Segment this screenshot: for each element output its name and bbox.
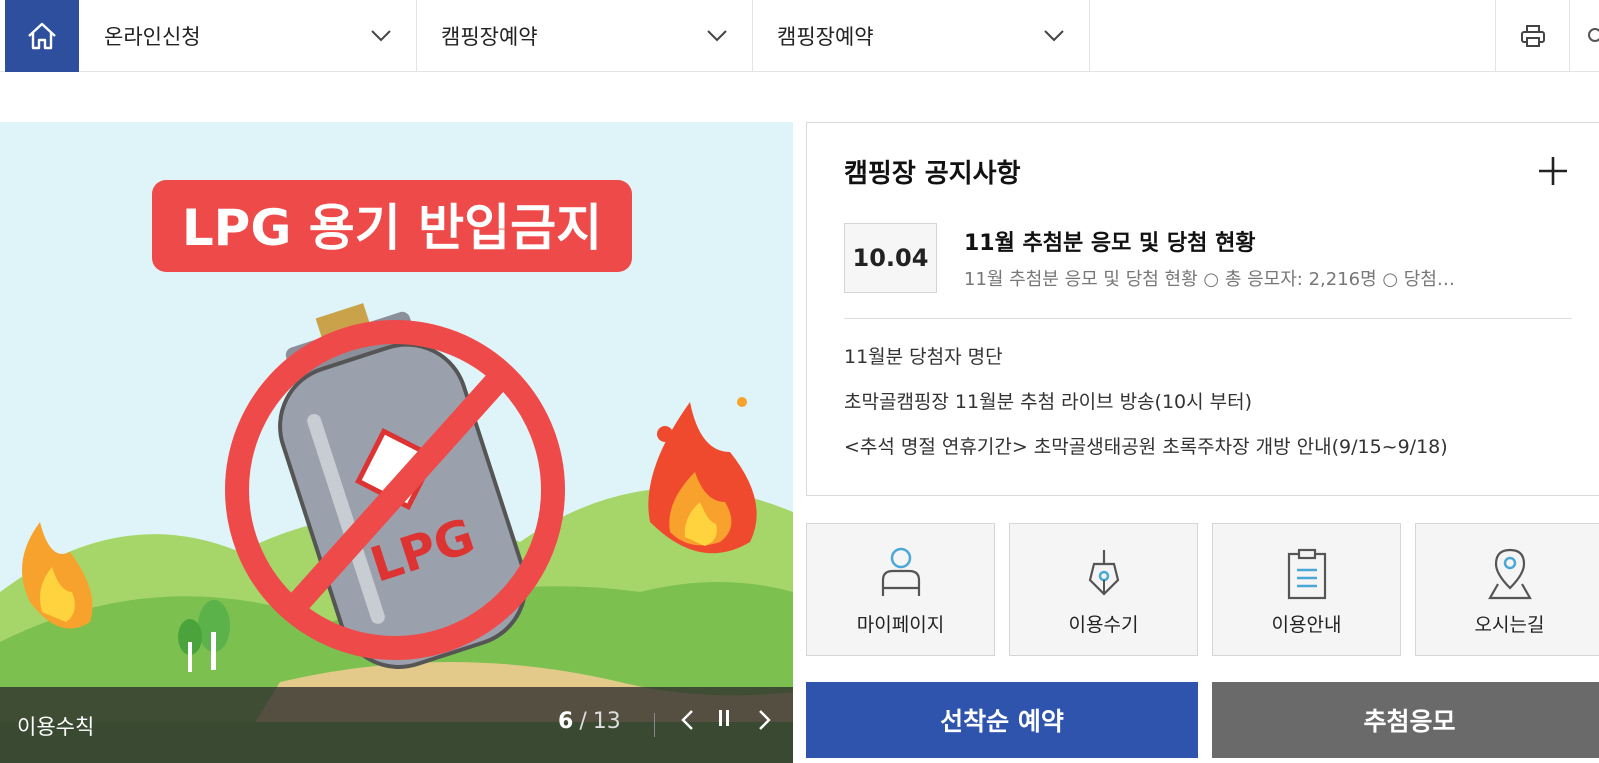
chevron-left-icon (681, 710, 693, 730)
quick-menu-label: 이용안내 (1271, 614, 1342, 636)
banner-illustration: LPG 용기 반입금지 LPG (0, 122, 793, 763)
notice-item[interactable]: <추석 명절 연휴기간> 초막골생태공원 초록주차장 개방 안내(9/15~9/… (844, 435, 1448, 480)
featured-notice-date: 10.04 (844, 223, 937, 293)
featured-notice-summary[interactable]: 11월 추첨분 응모 및 당첨 현황 ○ 총 응모자: 2,216명 ○ 당첨… (964, 265, 1544, 291)
plus-icon (1539, 157, 1567, 185)
home-button[interactable] (5, 0, 79, 72)
nav-menu-camping-reserve-sub[interactable]: 캠핑장예약 (753, 0, 1090, 72)
lottery-apply-button[interactable]: 추첨응모 (1212, 682, 1599, 758)
slider-divider (654, 713, 655, 737)
banner-headline: LPG 용기 반입금지 (182, 199, 602, 257)
pause-slide-button[interactable] (717, 709, 745, 739)
next-slide-button[interactable] (758, 709, 786, 739)
chevron-down-icon (1044, 30, 1064, 42)
map-pin-icon (1488, 548, 1532, 600)
first-come-reserve-button[interactable]: 선착순 예약 (806, 682, 1198, 758)
more-notices-button[interactable] (1537, 155, 1569, 187)
share-icon[interactable] (1588, 28, 1599, 42)
nav-menu-label: 캠핑장예약 (441, 25, 538, 49)
chevron-down-icon (371, 30, 391, 42)
printer-icon (1520, 25, 1545, 47)
chevron-down-icon (707, 30, 727, 42)
nav-menu-label: 온라인신청 (104, 25, 201, 49)
quick-menu-label: 이용수기 (1068, 614, 1139, 636)
notice-list: 11월분 당첨자 명단 초막골캠핑장 11월분 추첨 라이브 방송(10시 부터… (844, 345, 1448, 480)
main-banner-slider[interactable]: LPG 용기 반입금지 LPG 이용수칙 6/13 (0, 122, 793, 763)
featured-notice-title[interactable]: 11월 추첨분 응모 및 당첨 현황 (964, 225, 1256, 257)
slide-current: 6 (558, 709, 574, 734)
top-navigation: 온라인신청 캠핑장예약 캠핑장예약 (0, 0, 1599, 72)
prev-slide-button[interactable] (680, 709, 708, 739)
nav-menu-online-apply[interactable]: 온라인신청 (80, 0, 417, 72)
nav-menu-camping-reserve[interactable]: 캠핑장예약 (417, 0, 753, 72)
chevron-right-icon (759, 710, 771, 730)
slider-control-bar: 이용수칙 6/13 (0, 687, 793, 763)
nav-menu-label: 캠핑장예약 (777, 25, 874, 49)
slide-separator: / (579, 709, 587, 734)
quick-menu-guide[interactable]: 이용안내 (1212, 523, 1401, 656)
slide-title: 이용수칙 (17, 715, 95, 739)
quick-menu-label: 마이페이지 (856, 614, 945, 636)
person-icon (881, 547, 921, 596)
quick-menu-mypage[interactable]: 마이페이지 (806, 523, 995, 656)
slide-total: 13 (592, 709, 621, 734)
quick-menu-label: 오시는길 (1474, 614, 1545, 636)
notice-item[interactable]: 11월분 당첨자 명단 (844, 345, 1448, 390)
slide-counter: 6/13 (558, 709, 621, 734)
print-button[interactable] (1495, 0, 1570, 72)
pause-icon (719, 710, 729, 726)
pen-icon (1088, 550, 1120, 596)
divider (844, 318, 1572, 319)
home-icon (28, 22, 56, 50)
quick-menu-review[interactable]: 이용수기 (1009, 523, 1198, 656)
notice-item[interactable]: 초막골캠핑장 11월분 추첨 라이브 방송(10시 부터) (844, 390, 1448, 435)
clipboard-icon (1287, 548, 1327, 600)
quick-menu-directions[interactable]: 오시는길 (1415, 523, 1599, 656)
notice-title: 캠핑장 공지사항 (844, 159, 1021, 189)
notice-board: 캠핑장 공지사항 10.04 11월 추첨분 응모 및 당첨 현황 11월 추첨… (806, 122, 1599, 496)
